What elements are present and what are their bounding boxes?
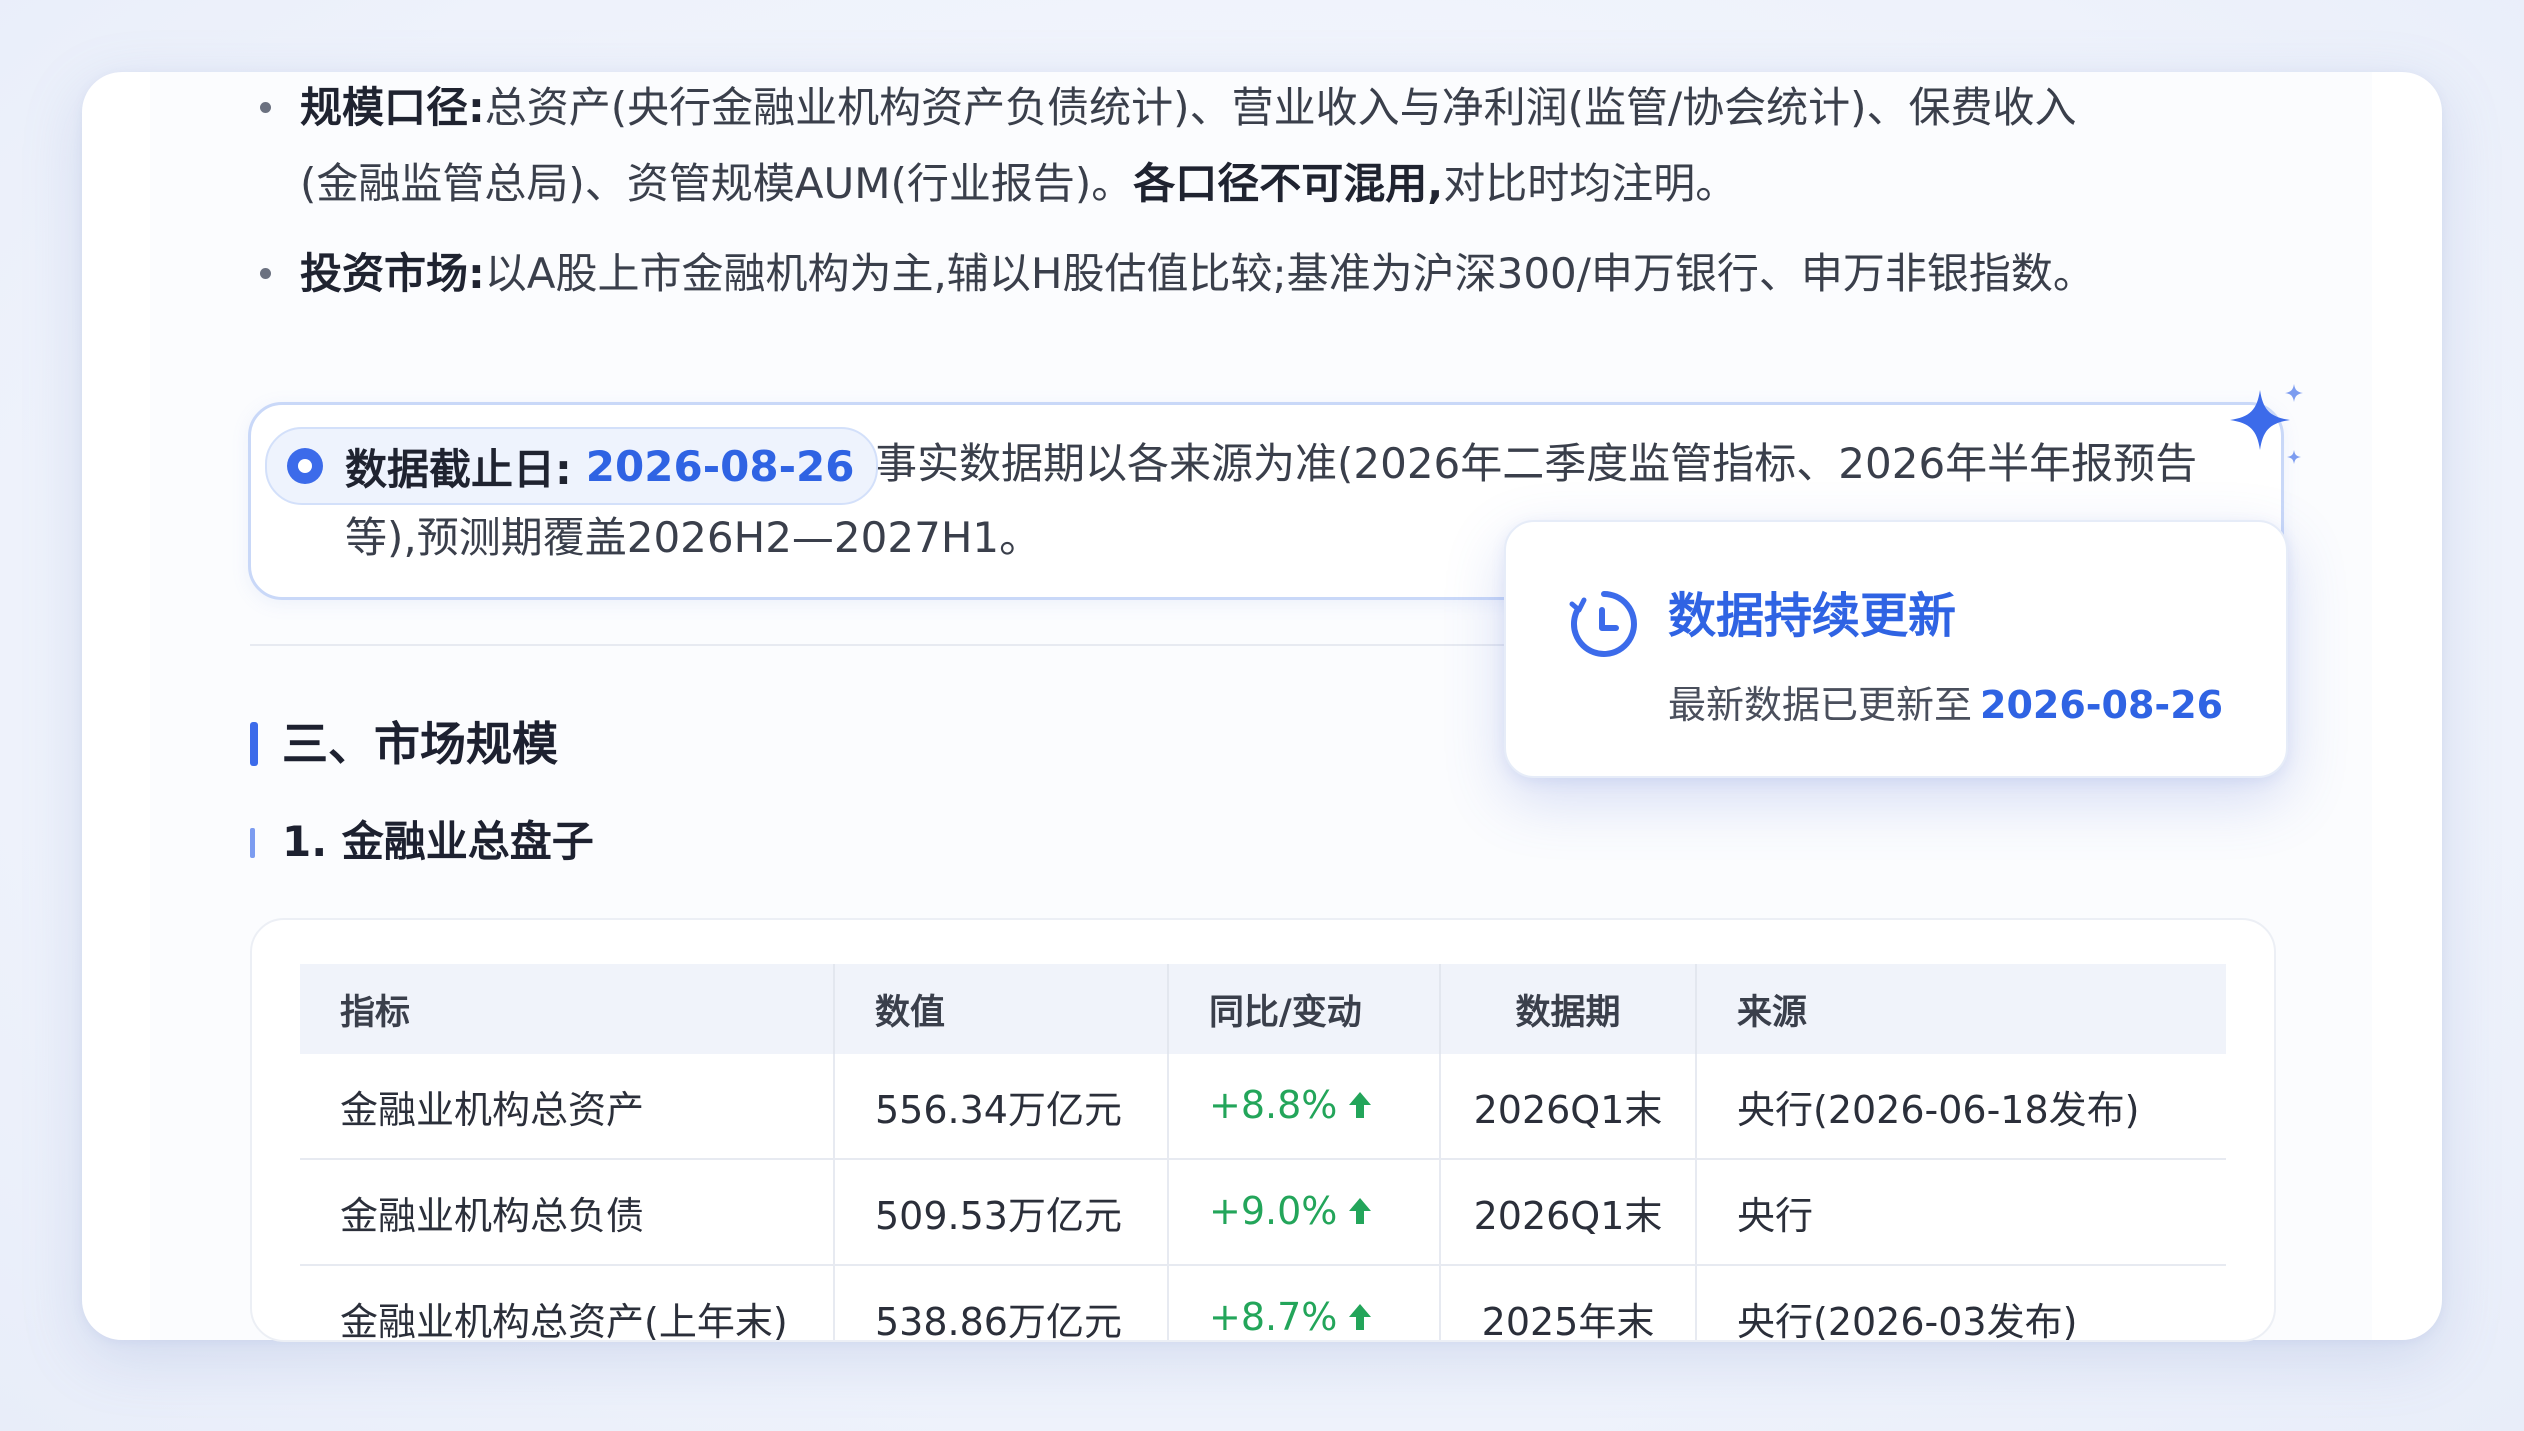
cell-period: 2026Q1末 bbox=[1440, 1159, 1697, 1266]
cell-change: +9.0% bbox=[1168, 1159, 1441, 1266]
header-source: 来源 bbox=[1696, 964, 2226, 1054]
section-heading: 三、市场规模 bbox=[250, 712, 558, 776]
popup-sub-date: 2026-08-26 bbox=[1980, 683, 2224, 727]
divider bbox=[250, 644, 1650, 646]
popup-sub-label: 最新数据已更新至 bbox=[1668, 683, 1973, 727]
cell-indicator: 金融业机构总资产(上年末) bbox=[300, 1265, 835, 1340]
popup-title: 数据持续更新 bbox=[1668, 588, 1957, 644]
header-indicator: 指标 bbox=[300, 964, 835, 1054]
header-change: 同比/变动 bbox=[1168, 964, 1441, 1054]
target-icon bbox=[287, 448, 323, 484]
cutoff-date-badge: 数据截止日: 2026-08-26 bbox=[265, 427, 879, 505]
cell-source: 央行 bbox=[1696, 1159, 2226, 1266]
arrow-up-icon bbox=[1347, 1191, 1373, 1235]
bullet-text: 以A股上市金融机构为主,辅以H股估值比较;基准为沪深300/申万银行、申万非银指… bbox=[484, 249, 2095, 298]
cell-period: 2025年末 bbox=[1440, 1265, 1697, 1340]
table-row: 金融业机构总资产(上年末) 538.86万亿元 +8.7% 2025年末 央行(… bbox=[300, 1265, 2226, 1340]
data-table-card: 指标 数值 同比/变动 数据期 来源 金融业机构总资产 556.34万亿元 +8… bbox=[250, 918, 2276, 1342]
cutoff-date: 2026-08-26 bbox=[585, 441, 855, 491]
bullet-text-end: 对比时均注明。 bbox=[1443, 159, 1738, 208]
table-row: 金融业机构总负债 509.53万亿元 +9.0% 2026Q1末 央行 bbox=[300, 1159, 2226, 1266]
cell-change: +8.7% bbox=[1168, 1265, 1441, 1340]
header-period: 数据期 bbox=[1440, 964, 1697, 1054]
subsection-heading: 1. 金融业总盘子 bbox=[250, 812, 594, 872]
cell-value: 538.86万亿元 bbox=[834, 1265, 1169, 1340]
cell-value: 509.53万亿元 bbox=[834, 1159, 1169, 1266]
bullet-investment-market: 投资市场:以A股上市金融机构为主,辅以H股估值比较;基准为沪深300/申万银行、… bbox=[260, 236, 2120, 312]
header-value: 数值 bbox=[834, 964, 1169, 1054]
bullet-dot bbox=[260, 102, 271, 113]
financial-scale-table: 指标 数值 同比/变动 数据期 来源 金融业机构总资产 556.34万亿元 +8… bbox=[300, 964, 2226, 1340]
change-value: +8.7% bbox=[1209, 1295, 1338, 1339]
cutoff-label: 数据截止日: bbox=[345, 444, 572, 494]
cell-indicator: 金融业机构总资产 bbox=[300, 1054, 835, 1160]
bullet-bold-text: 各口径不可混用, bbox=[1133, 159, 1444, 208]
bullet-dot bbox=[260, 268, 271, 279]
bullet-label: 规模口径: bbox=[300, 83, 485, 132]
arrow-up-icon bbox=[1347, 1297, 1373, 1340]
arrow-up-icon bbox=[1347, 1085, 1373, 1129]
sparkle-icon bbox=[2228, 380, 2308, 484]
change-value: +9.0% bbox=[1209, 1189, 1338, 1233]
popup-subtitle: 最新数据已更新至 2026-08-26 bbox=[1668, 674, 2223, 729]
cell-indicator: 金融业机构总负债 bbox=[300, 1159, 835, 1266]
screen: 规模口径:总资产(央行金融业机构资产负债统计)、营业收入与净利润(监管/协会统计… bbox=[0, 0, 2524, 1431]
clock-icon bbox=[1566, 586, 1642, 666]
cell-value: 556.34万亿元 bbox=[834, 1054, 1169, 1160]
table-header-row: 指标 数值 同比/变动 数据期 来源 bbox=[300, 964, 2226, 1054]
cell-period: 2026Q1末 bbox=[1440, 1054, 1697, 1160]
bullet-label: 投资市场: bbox=[300, 249, 485, 298]
bullet-scale-scope: 规模口径:总资产(央行金融业机构资产负债统计)、营业收入与净利润(监管/协会统计… bbox=[260, 70, 2120, 222]
cell-source: 央行(2026-06-18发布) bbox=[1696, 1054, 2226, 1160]
table-row: 金融业机构总资产 556.34万亿元 +8.8% 2026Q1末 央行(2026… bbox=[300, 1054, 2226, 1160]
update-notification-popup[interactable]: 数据持续更新 最新数据已更新至 2026-08-26 bbox=[1504, 520, 2288, 778]
cell-change: +8.8% bbox=[1168, 1054, 1441, 1160]
change-value: +8.8% bbox=[1209, 1083, 1338, 1127]
cell-source: 央行(2026-03发布) bbox=[1696, 1265, 2226, 1340]
